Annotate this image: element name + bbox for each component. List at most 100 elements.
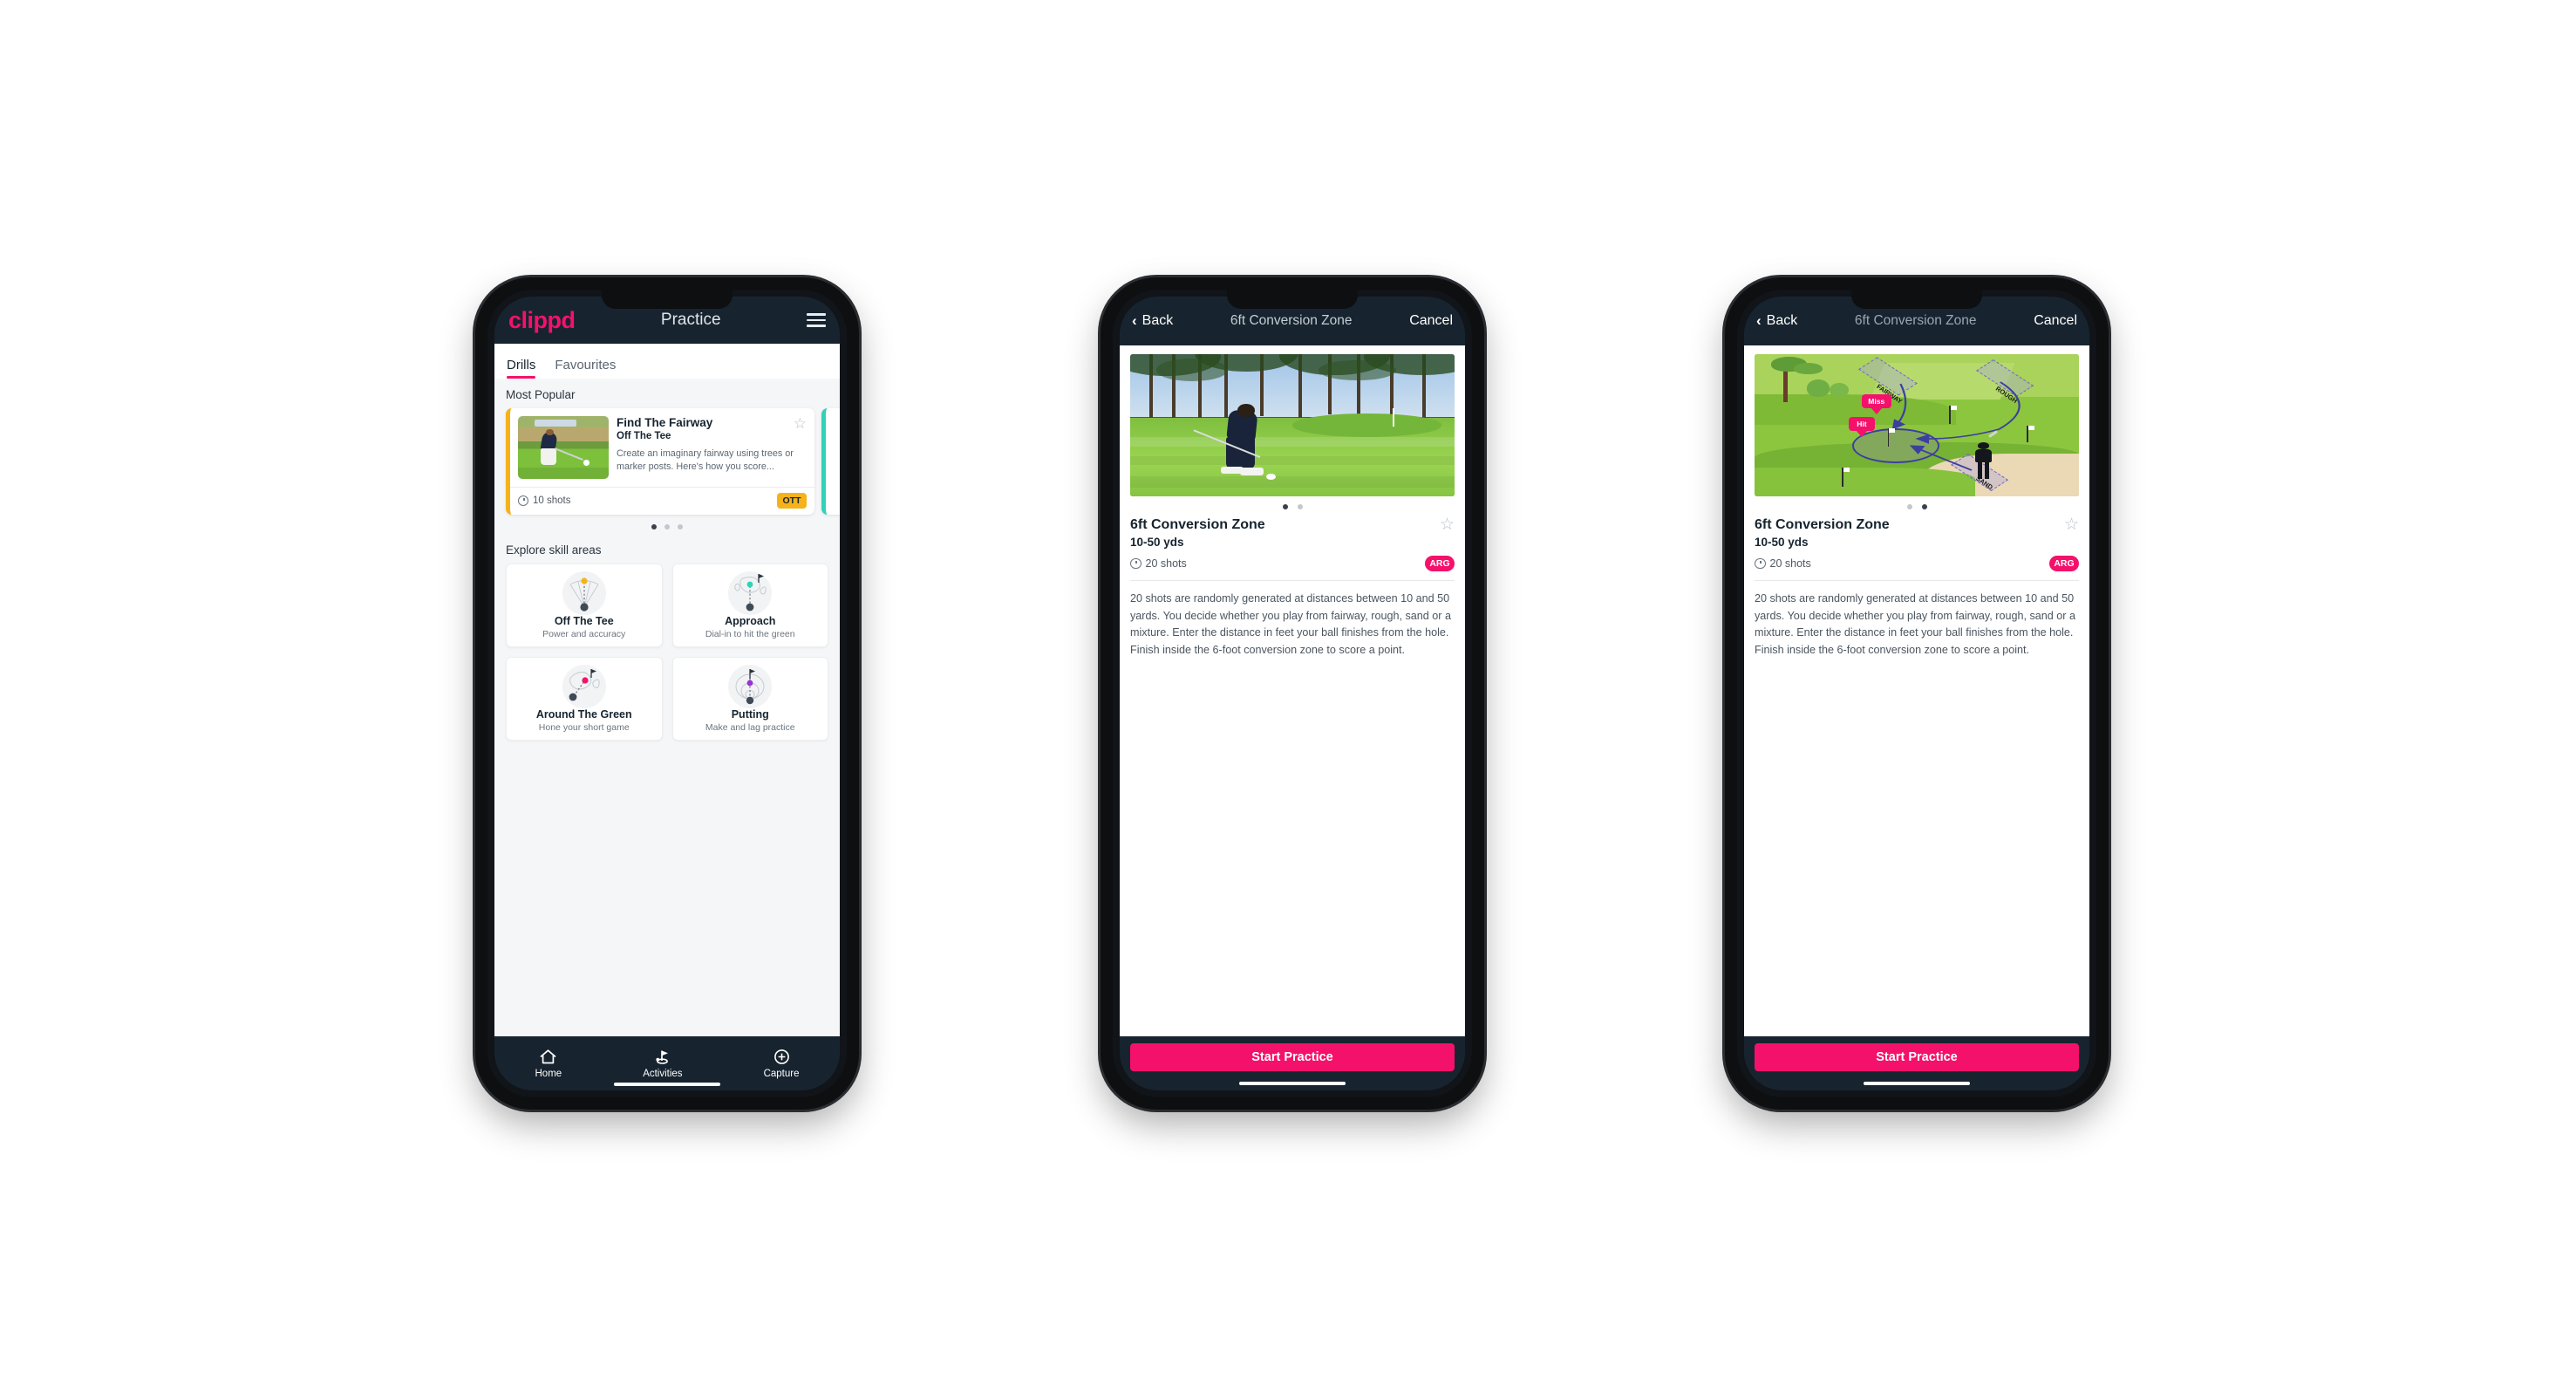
star-outline-icon[interactable]: ☆ — [794, 416, 807, 431]
golfer-icon — [1969, 430, 1998, 479]
start-practice-button[interactable]: Start Practice — [1130, 1043, 1455, 1071]
cancel-button[interactable]: Cancel — [1409, 313, 1453, 329]
drill-badge-ott: OTT — [777, 493, 807, 509]
carousel-dot[interactable] — [664, 523, 670, 530]
phone-2-screen: ‹ Back 6ft Conversion Zone Cancel 6ft Co… — [1120, 297, 1465, 1090]
tab-capture[interactable]: Capture — [763, 1049, 800, 1079]
detail-divider — [1755, 580, 2079, 581]
detail-title: 6ft Conversion Zone — [1130, 517, 1265, 532]
tab-capture-label: Capture — [763, 1068, 800, 1079]
tee-fan-icon — [560, 571, 609, 615]
detail-badge-arg: ARG — [1425, 556, 1455, 571]
bottom-tab-bar: Home Activities Capture — [494, 1036, 840, 1090]
drill-detail-body: FAIRWAY ROUGH SAND — [1744, 345, 2089, 1036]
approach-green-icon — [726, 571, 774, 615]
nav-title: 6ft Conversion Zone — [1854, 313, 1977, 328]
skill-card-desc: Power and accuracy — [542, 629, 626, 639]
drill-card-next-peek[interactable] — [821, 408, 840, 515]
skill-card-desc: Hone your short game — [538, 722, 630, 733]
detail-badge-arg: ARG — [2049, 556, 2079, 571]
golf-flag-icon — [656, 1050, 669, 1064]
hamburger-menu-icon[interactable] — [807, 313, 826, 327]
carousel-dot[interactable] — [1921, 503, 1927, 509]
explore-skill-areas-heading: Explore skill areas — [506, 543, 602, 557]
carousel-dot[interactable] — [1906, 503, 1912, 509]
nav-title: 6ft Conversion Zone — [1230, 313, 1353, 328]
phone-3-notch — [1851, 290, 1982, 309]
chevron-left-icon: ‹ — [1756, 312, 1762, 329]
star-outline-icon[interactable]: ☆ — [1440, 516, 1455, 533]
tab-drills-label: Drills — [507, 358, 536, 372]
carousel-dots[interactable] — [1744, 496, 2089, 516]
carousel-dots[interactable] — [506, 515, 828, 538]
phone-2-notch — [1227, 290, 1358, 309]
carousel-dots[interactable] — [1120, 496, 1465, 516]
skill-card-putting[interactable]: Putting Make and lag practice — [671, 657, 828, 741]
drill-subtitle: Off The Tee — [617, 431, 671, 441]
carousel-dot[interactable] — [678, 523, 683, 530]
carousel-dot[interactable] — [1297, 503, 1303, 509]
cta-bar: Start Practice — [1120, 1036, 1465, 1090]
drill-shots: 10 shots — [518, 495, 570, 506]
tab-favourites-label: Favourites — [555, 358, 617, 372]
back-label: Back — [1766, 313, 1798, 328]
drill-thumbnail — [518, 416, 609, 479]
detail-description: 20 shots are randomly generated at dista… — [1755, 592, 2075, 656]
tab-strip: Drills Favourites — [494, 344, 840, 379]
detail-shots: 20 shots — [1755, 557, 1811, 570]
tab-drills[interactable]: Drills — [507, 358, 536, 379]
tab-favourites[interactable]: Favourites — [555, 358, 616, 379]
skill-areas-grid: Off The Tee Power and accuracy Approach … — [506, 564, 828, 741]
chip-green-icon — [560, 665, 609, 708]
tab-home-label: Home — [535, 1068, 562, 1079]
clippd-logo[interactable]: clippd — [508, 307, 576, 334]
screenshot-canvas: clippd Practice Drills Favourites Most P… — [0, 0, 2576, 1387]
skill-card-around-the-green[interactable]: Around The Green Hone your short game — [506, 657, 663, 741]
distant-flag — [1393, 407, 1394, 427]
tab-home[interactable]: Home — [535, 1049, 562, 1079]
hit-callout: Hit — [1848, 416, 1875, 431]
detail-shots-label: 20 shots — [1769, 557, 1811, 570]
back-button[interactable]: ‹ Back — [1132, 312, 1173, 330]
tab-activities[interactable]: Activities — [643, 1049, 683, 1079]
drill-photo[interactable] — [1130, 354, 1455, 496]
phone-1-screen: clippd Practice Drills Favourites Most P… — [494, 297, 840, 1090]
home-indicator — [614, 1083, 720, 1086]
drill-title: Find The Fairway — [617, 416, 713, 429]
carousel-dot[interactable] — [1282, 503, 1288, 509]
golf-hole-diagram: FAIRWAY ROUGH SAND — [1755, 354, 2079, 496]
clock-icon — [518, 495, 528, 506]
detail-title: 6ft Conversion Zone — [1755, 517, 1890, 532]
most-popular-heading: Most Popular — [506, 388, 576, 401]
skill-card-off-the-tee[interactable]: Off The Tee Power and accuracy — [506, 564, 663, 647]
start-practice-button[interactable]: Start Practice — [1755, 1043, 2079, 1071]
miss-callout: Miss — [1861, 393, 1891, 408]
skill-card-desc: Make and lag practice — [705, 722, 795, 733]
detail-shots: 20 shots — [1130, 557, 1187, 570]
detail-subtitle: 10-50 yds — [1755, 536, 1809, 549]
tab-activities-label: Activities — [643, 1068, 683, 1079]
drill-card[interactable]: Find The Fairway Off The Tee ☆ Create an… — [506, 408, 814, 515]
home-indicator — [1864, 1082, 1970, 1085]
back-label: Back — [1141, 313, 1174, 328]
detail-header: 6ft Conversion Zone 10-50 yds ☆ 20 shots… — [1744, 516, 2089, 659]
detail-divider — [1130, 580, 1455, 581]
phone-2-drill-detail-photo: ‹ Back 6ft Conversion Zone Cancel 6ft Co… — [1101, 277, 1484, 1110]
drill-description: Create an imaginary fairway using trees … — [617, 448, 794, 472]
clock-icon — [1130, 557, 1141, 570]
drill-carousel[interactable]: Find The Fairway Off The Tee ☆ Create an… — [506, 408, 840, 515]
back-button[interactable]: ‹ Back — [1756, 312, 1797, 330]
page-title: Practice — [660, 311, 721, 329]
phone-3-drill-detail-illustration: ‹ Back 6ft Conversion Zone Cancel ROUGH … — [1725, 277, 2109, 1110]
cancel-button[interactable]: Cancel — [2034, 313, 2077, 329]
skill-card-name: Around The Green — [535, 708, 632, 721]
carousel-dot[interactable] — [651, 523, 657, 530]
phone-1-notch — [602, 290, 733, 309]
drill-illustration[interactable]: FAIRWAY ROUGH SAND — [1755, 354, 2079, 496]
clock-icon — [1755, 557, 1766, 570]
skill-card-name: Off The Tee — [554, 615, 614, 627]
star-outline-icon[interactable]: ☆ — [2064, 516, 2079, 533]
skill-card-approach[interactable]: Approach Dial-in to hit the green — [671, 564, 828, 647]
drill-card-footer: 10 shots OTT — [510, 487, 814, 514]
drill-shots-label: 10 shots — [533, 495, 571, 506]
